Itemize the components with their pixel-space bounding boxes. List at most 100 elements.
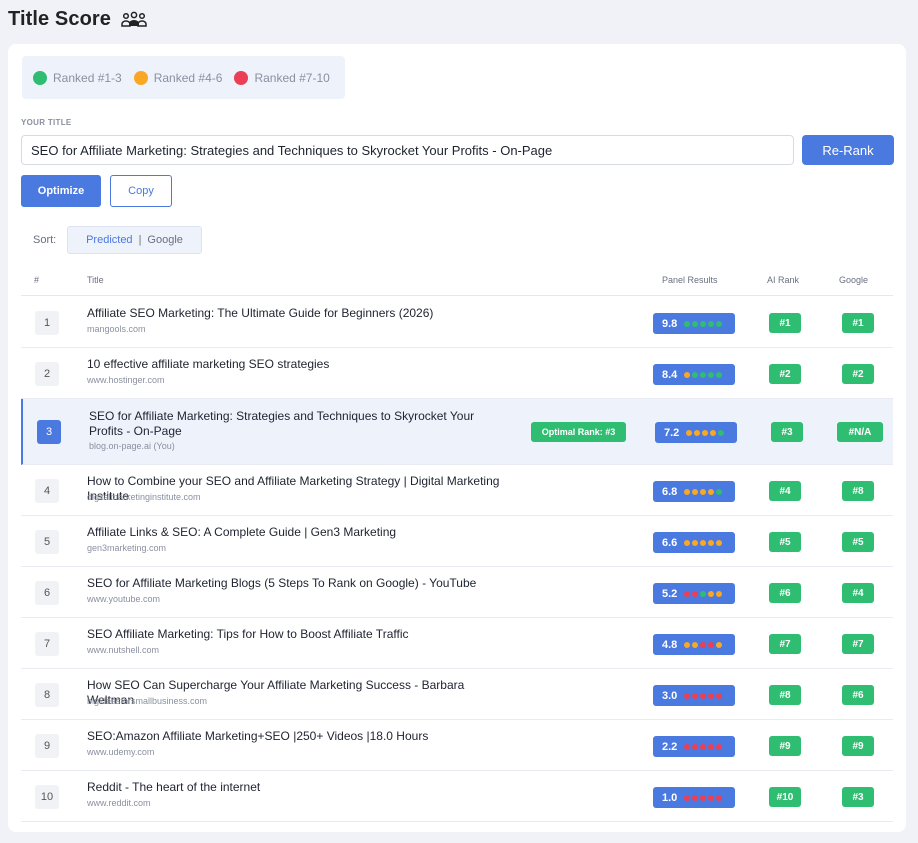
red-dot-icon: [708, 743, 714, 750]
ai-rank-badge: #1: [769, 313, 801, 333]
panel-dots: [684, 488, 722, 495]
rank-legend: Ranked #1-3 Ranked #4-6 Ranked #7-10: [22, 56, 345, 99]
panel-score: 4.8: [662, 638, 678, 651]
sort-label: Sort:: [33, 234, 57, 246]
red-dot-icon: [716, 794, 722, 801]
page-title: Title Score: [8, 7, 111, 30]
orange-dot-icon: [684, 539, 690, 546]
ai-rank-badge: #9: [769, 736, 801, 756]
rank-number: 7: [35, 632, 59, 656]
panel-score: 6.6: [662, 536, 678, 549]
orange-dot-icon: [708, 488, 714, 495]
column-panel-results: Panel Results: [662, 275, 718, 285]
panel-results: 3.0: [653, 685, 735, 706]
panel-score: 2.2: [662, 740, 678, 753]
rank-number: 10: [35, 785, 59, 809]
panel-results: 7.2: [655, 422, 737, 443]
orange-dot-icon: [684, 371, 690, 378]
page-header: Title Score: [8, 6, 147, 32]
panel-results: 1.0: [653, 787, 735, 808]
rank-number: 3: [37, 420, 61, 444]
title-score-card: Ranked #1-3 Ranked #4-6 Ranked #7-10 YOU…: [8, 44, 906, 832]
google-rank-badge: #4: [842, 583, 874, 603]
rank-number: 2: [35, 362, 59, 386]
red-dot-icon: [692, 590, 698, 597]
green-dot-icon: [718, 429, 724, 436]
panel-dots: [684, 590, 722, 597]
panel-score: 8.4: [662, 368, 678, 381]
google-rank-badge: #7: [842, 634, 874, 654]
orange-dot-icon: [700, 539, 706, 546]
orange-dot-icon: [708, 590, 714, 597]
panel-score: 9.8: [662, 317, 678, 330]
rank-number: 6: [35, 581, 59, 605]
green-dot-icon: [33, 70, 47, 85]
orange-dot-icon: [692, 641, 698, 648]
green-dot-icon: [716, 320, 722, 327]
column-number: #: [34, 275, 40, 285]
title-input[interactable]: [21, 135, 794, 165]
rerank-button[interactable]: Re-Rank: [802, 135, 894, 165]
red-dot-icon: [692, 794, 698, 801]
panel-dots: [686, 429, 724, 436]
orange-dot-icon: [133, 70, 148, 85]
team-icon: [121, 10, 147, 28]
table-row: 9 SEO:Amazon Affiliate Marketing+SEO |25…: [21, 720, 893, 771]
rank-number: 4: [35, 479, 59, 503]
red-dot-icon: [708, 641, 714, 648]
orange-dot-icon: [716, 641, 722, 648]
panel-results: 9.8: [653, 313, 735, 334]
green-dot-icon: [700, 590, 706, 597]
panel-results: 4.8: [653, 634, 735, 655]
result-title: 10 effective affiliate marketing SEO str…: [87, 357, 330, 371]
your-title-label: YOUR TITLE: [21, 118, 72, 127]
sort-predicted-option[interactable]: Predicted: [86, 234, 132, 246]
result-domain: bigideasforsmallbusiness.com: [87, 696, 208, 706]
result-domain: digitalmarketinginstitute.com: [87, 492, 201, 502]
google-rank-badge: #3: [842, 787, 874, 807]
result-domain: blog.on-page.ai (You): [89, 441, 175, 451]
panel-dots: [684, 371, 722, 378]
panel-results: 8.4: [653, 364, 735, 385]
panel-dots: [684, 794, 722, 801]
orange-dot-icon: [716, 590, 722, 597]
result-domain: www.hostinger.com: [87, 375, 165, 385]
rank-number: 9: [35, 734, 59, 758]
sort-google-option[interactable]: Google: [147, 234, 182, 246]
sort-toggle: Predicted | Google: [67, 226, 202, 254]
red-dot-icon: [708, 794, 714, 801]
column-title: Title: [87, 275, 104, 285]
legend-item-top: Ranked #1-3: [33, 70, 122, 85]
orange-dot-icon: [694, 429, 700, 436]
panel-score: 6.8: [662, 485, 678, 498]
red-dot-icon: [234, 70, 249, 85]
panel-results: 2.2: [653, 736, 735, 757]
green-dot-icon: [708, 371, 714, 378]
panel-dots: [684, 641, 722, 648]
result-domain: mangools.com: [87, 324, 146, 334]
orange-dot-icon: [710, 429, 716, 436]
red-dot-icon: [700, 641, 706, 648]
copy-button[interactable]: Copy: [110, 175, 172, 207]
ai-rank-badge: #5: [769, 532, 801, 552]
result-title: SEO Affiliate Marketing: Tips for How to…: [87, 627, 409, 641]
red-dot-icon: [708, 692, 714, 699]
red-dot-icon: [684, 794, 690, 801]
ai-rank-badge: #4: [769, 481, 801, 501]
green-dot-icon: [716, 371, 722, 378]
legend-label: Ranked #1-3: [53, 70, 122, 85]
google-rank-badge: #1: [842, 313, 874, 333]
green-dot-icon: [708, 320, 714, 327]
table-row: 3 SEO for Affiliate Marketing: Strategie…: [21, 399, 893, 465]
panel-results: 5.2: [653, 583, 735, 604]
result-domain: www.udemy.com: [87, 747, 155, 757]
optimize-button[interactable]: Optimize: [21, 175, 101, 207]
result-title: Affiliate SEO Marketing: The Ultimate Gu…: [87, 306, 434, 320]
red-dot-icon: [692, 743, 698, 750]
green-dot-icon: [700, 371, 706, 378]
table-row: 4 How to Combine your SEO and Affiliate …: [21, 465, 893, 516]
sort-separator: |: [138, 234, 142, 246]
column-ai-rank: AI Rank: [767, 275, 800, 285]
panel-score: 5.2: [662, 587, 678, 600]
table-row: 10 Reddit - The heart of the internet ww…: [21, 771, 893, 822]
